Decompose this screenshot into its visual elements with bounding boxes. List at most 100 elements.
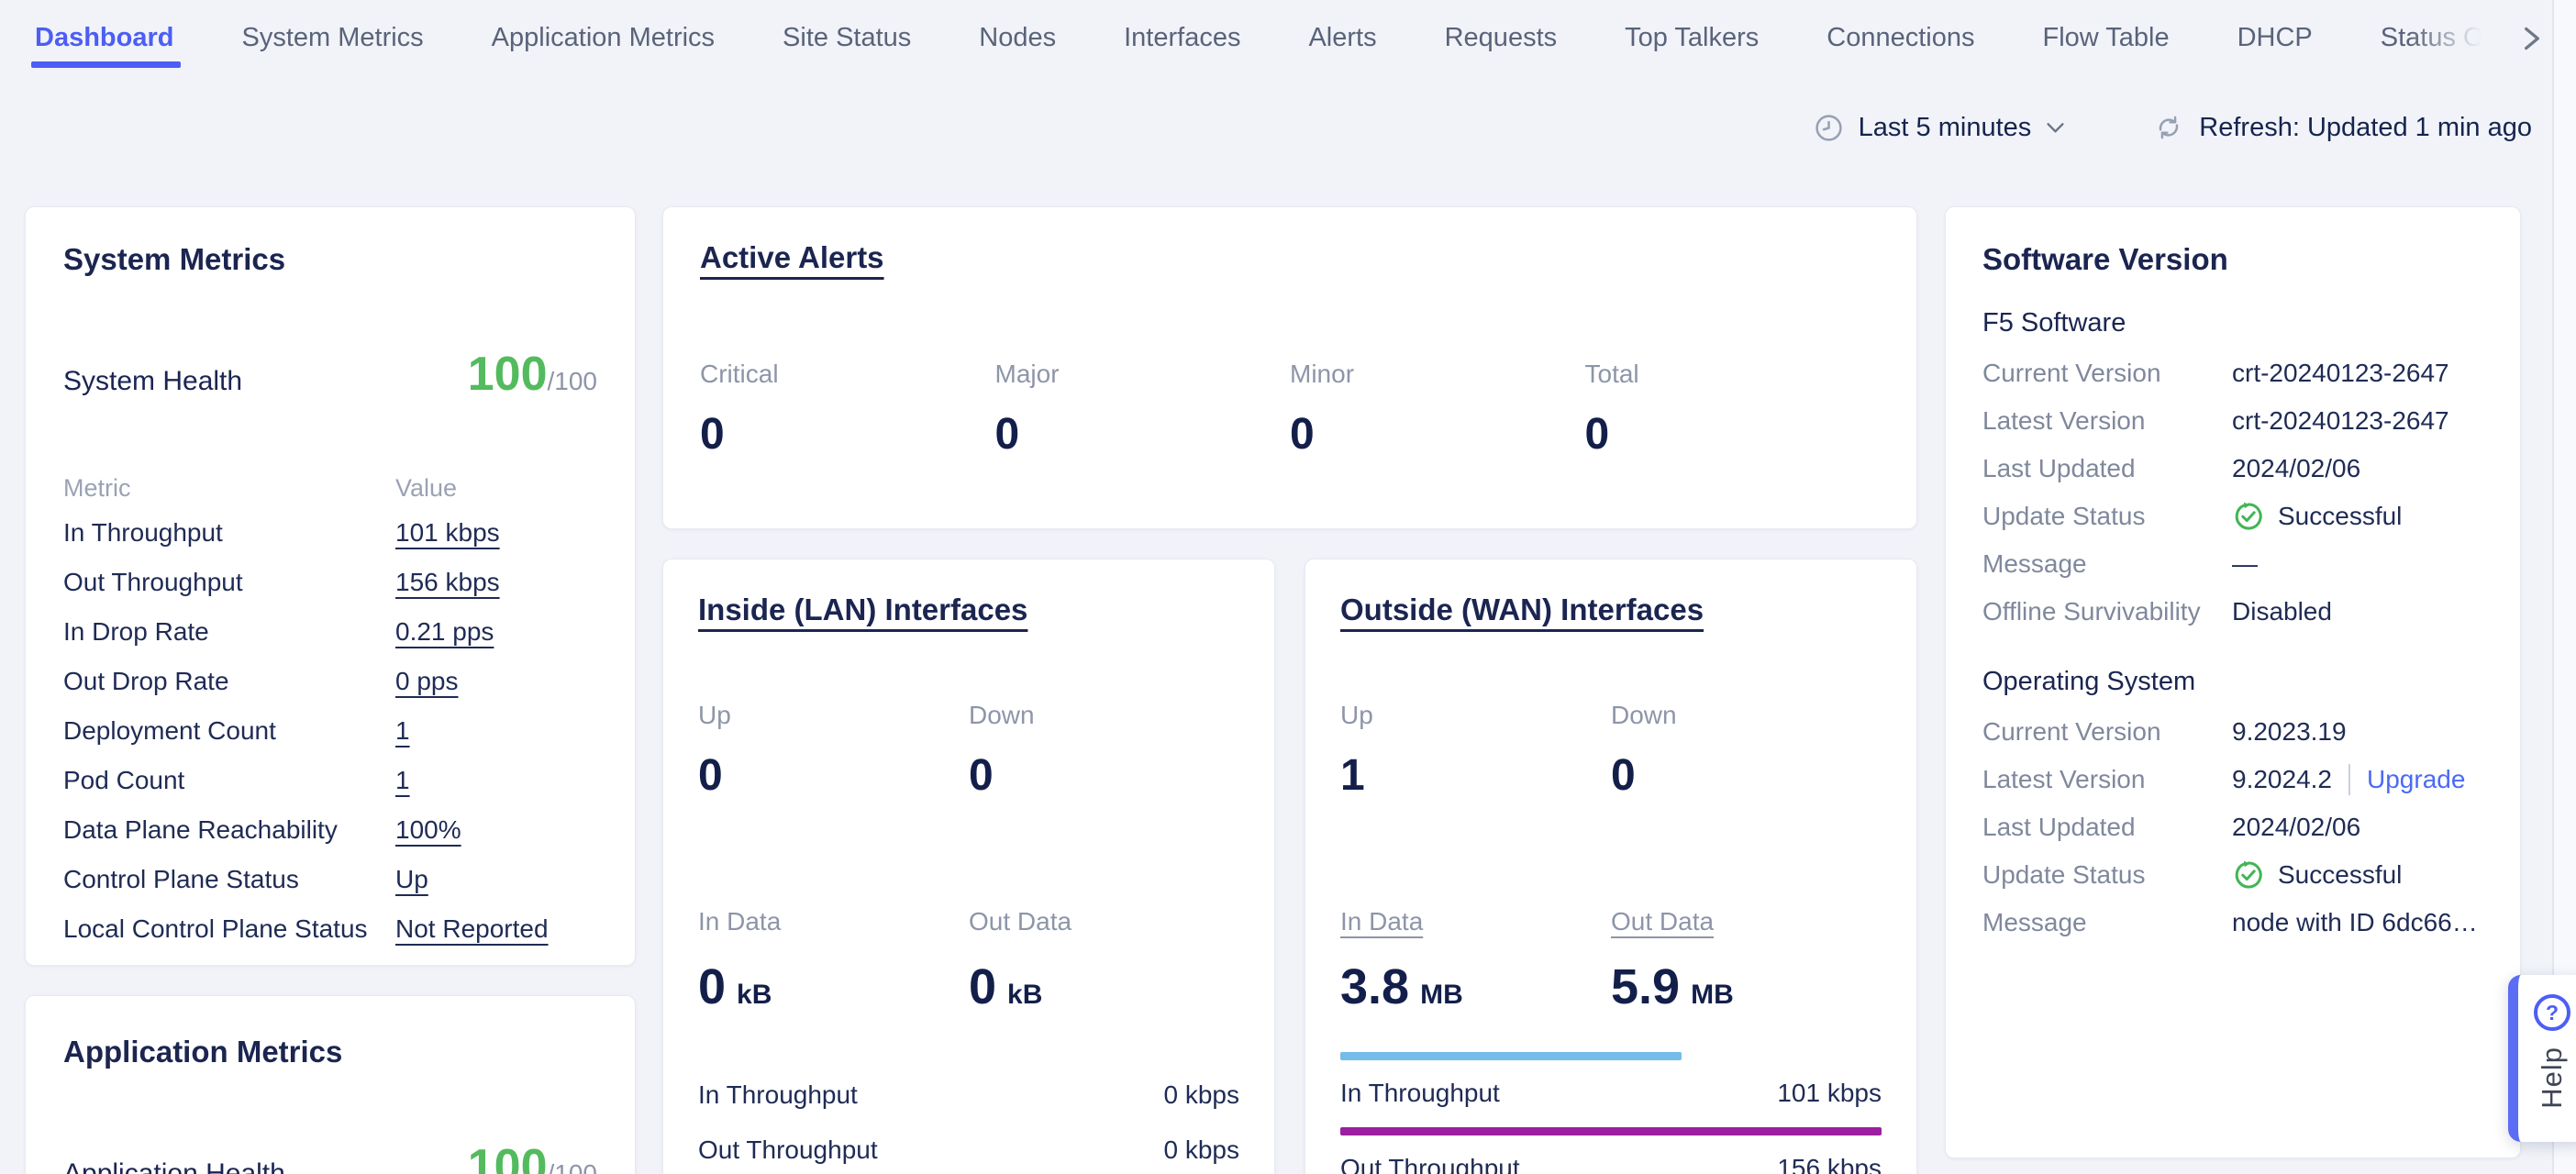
operating-system-rows: Current Version 9.2023.19 Latest Version… <box>1982 708 2483 947</box>
major-value: 0 <box>995 409 1291 460</box>
out-data-label-link[interactable]: Out Data <box>1611 907 1882 936</box>
row-label: Last Updated <box>1982 454 2232 483</box>
row-label: Update Status <box>1982 860 2232 890</box>
out-data-value: 0 <box>969 958 996 1015</box>
tab-connections[interactable]: Connections <box>1825 1 1976 75</box>
up-value: 1 <box>1340 750 1611 801</box>
alert-stats: Critical 0 Major 0 Minor 0 Total 0 <box>700 360 1880 460</box>
update-status-value: Successful <box>2232 858 2483 892</box>
system-health-score: 100/100 <box>468 347 597 402</box>
up-label: Up <box>1340 701 1611 730</box>
upgrade-link[interactable]: Upgrade <box>2367 765 2465 794</box>
time-range-selector[interactable]: Last 5 minutes <box>1814 113 2066 143</box>
row-label: Update Status <box>1982 502 2232 531</box>
clock-icon <box>1814 113 1844 143</box>
system-metrics-title: System Metrics <box>63 242 597 277</box>
in-throughput-value: 0 kbps <box>1164 1080 1240 1110</box>
success-icon <box>2232 500 2265 533</box>
metric-value-link[interactable]: Not Reported <box>395 914 549 944</box>
metric-value-link[interactable]: 0.21 pps <box>395 617 494 647</box>
row-label: Message <box>1982 908 2232 937</box>
lan-data-stats: In Data 0 kB Out Data 0 kB <box>698 907 1239 1015</box>
row-value: Successful <box>2278 502 2402 531</box>
row-label: Offline Survivability <box>1982 597 2232 626</box>
alert-stat-minor: Minor 0 <box>1290 360 1585 460</box>
table-row: In Drop Rate0.21 pps <box>63 607 597 657</box>
metric-column-header: Metric <box>63 474 395 503</box>
in-data-value-group: 3.8 MB <box>1340 958 1611 1015</box>
wan-interfaces-title-link[interactable]: Outside (WAN) Interfaces <box>1340 593 1882 627</box>
table-row: Control Plane StatusUp <box>63 855 597 904</box>
tab-flow-table[interactable]: Flow Table <box>2041 1 2171 75</box>
software-row: Update Status Successful <box>1982 851 2483 899</box>
table-row: Data Plane Reachability100% <box>63 805 597 855</box>
in-throughput-label: In Throughput <box>698 1080 858 1110</box>
lan-interfaces-title-link[interactable]: Inside (LAN) Interfaces <box>698 593 1239 627</box>
software-row: Current Version 9.2023.19 <box>1982 708 2483 756</box>
refresh-icon <box>2153 112 2184 143</box>
tab-dashboard[interactable]: Dashboard <box>33 1 175 75</box>
down-value: 0 <box>969 750 1239 801</box>
metric-value-link[interactable]: 0 pps <box>395 667 459 696</box>
in-data-label-link[interactable]: In Data <box>1340 907 1611 936</box>
dashboard-controls: Last 5 minutes Refresh: Updated 1 min ag… <box>1814 112 2532 143</box>
help-tab-label: Help <box>2536 1047 2569 1109</box>
application-metrics-card: Application Metrics Application Health 1… <box>25 995 636 1174</box>
nav-scroll-next-button[interactable] <box>2512 18 2552 59</box>
help-tab[interactable]: ? Help <box>2508 975 2576 1142</box>
f5-software-rows: Current Version crt-20240123-2647 Latest… <box>1982 349 2483 636</box>
metric-value-link[interactable]: 101 kbps <box>395 518 500 548</box>
software-row: Message node with ID 6dc66856-1... <box>1982 899 2483 947</box>
metric-value-link[interactable]: 100% <box>395 815 461 845</box>
software-row: Offline Survivability Disabled <box>1982 588 2483 636</box>
tab-requests[interactable]: Requests <box>1443 1 1560 75</box>
wan-in-data-stat: In Data 3.8 MB <box>1340 907 1611 1015</box>
row-label: Last Updated <box>1982 813 2232 842</box>
metric-label: Control Plane Status <box>63 865 395 894</box>
major-label: Major <box>995 360 1291 389</box>
metric-value-link[interactable]: Up <box>395 865 428 894</box>
tab-top-talkers[interactable]: Top Talkers <box>1623 1 1760 75</box>
tab-application-metrics[interactable]: Application Metrics <box>490 1 716 75</box>
tab-status-objects[interactable]: Status Ob <box>2379 1 2501 75</box>
metric-value-link[interactable]: 1 <box>395 766 410 795</box>
table-row: Deployment Count1 <box>63 706 597 756</box>
metric-value-link[interactable]: 1 <box>395 716 410 746</box>
table-row: Out Drop Rate0 pps <box>63 657 597 706</box>
chevron-right-icon <box>2518 19 2546 58</box>
software-row: Latest Version crt-20240123-2647 <box>1982 397 2483 445</box>
row-label: Latest Version <box>1982 765 2232 794</box>
metric-label: In Throughput <box>63 518 395 548</box>
refresh-button[interactable]: Refresh: Updated 1 min ago <box>2153 112 2532 143</box>
wan-out-throughput-row: Out Throughput 156 kbps <box>1340 1147 1882 1174</box>
tab-dhcp[interactable]: DHCP <box>2236 1 2315 75</box>
software-row: Current Version crt-20240123-2647 <box>1982 349 2483 397</box>
out-data-value-group: 5.9 MB <box>1611 958 1882 1015</box>
lan-updown-stats: Up 0 Down 0 <box>698 701 1239 801</box>
value-column-header: Value <box>395 474 597 503</box>
active-alerts-title-link[interactable]: Active Alerts <box>700 240 1880 275</box>
lan-out-data-stat: Out Data 0 kB <box>969 907 1239 1015</box>
application-health-max: /100 <box>548 1159 598 1174</box>
wan-out-data-stat: Out Data 5.9 MB <box>1611 907 1882 1015</box>
metric-label: Out Drop Rate <box>63 667 395 696</box>
system-metrics-card: System Metrics System Health 100/100 Met… <box>25 206 636 966</box>
tab-nodes[interactable]: Nodes <box>977 1 1058 75</box>
lan-throughput-section: In Throughput 0 kbps Out Throughput 0 kb… <box>698 1074 1239 1171</box>
software-version-card: Software Version F5 Software Current Ver… <box>1945 206 2521 1158</box>
alert-stat-major: Major 0 <box>995 360 1291 460</box>
out-data-unit: MB <box>1691 980 1734 1011</box>
metric-value-link[interactable]: 156 kbps <box>395 568 500 597</box>
total-label: Total <box>1585 360 1881 389</box>
minor-label: Minor <box>1290 360 1585 389</box>
alert-stat-total: Total 0 <box>1585 360 1881 460</box>
tab-interfaces[interactable]: Interfaces <box>1122 1 1242 75</box>
tab-site-status[interactable]: Site Status <box>781 1 913 75</box>
metric-label: In Drop Rate <box>63 617 395 647</box>
tab-system-metrics[interactable]: System Metrics <box>239 1 425 75</box>
wan-up-stat: Up 1 <box>1340 701 1611 801</box>
in-throughput-bar <box>1340 1052 1682 1060</box>
tab-alerts[interactable]: Alerts <box>1306 1 1378 75</box>
lan-down-stat: Down 0 <box>969 701 1239 801</box>
table-row: Local Control Plane StatusNot Reported <box>63 904 597 954</box>
